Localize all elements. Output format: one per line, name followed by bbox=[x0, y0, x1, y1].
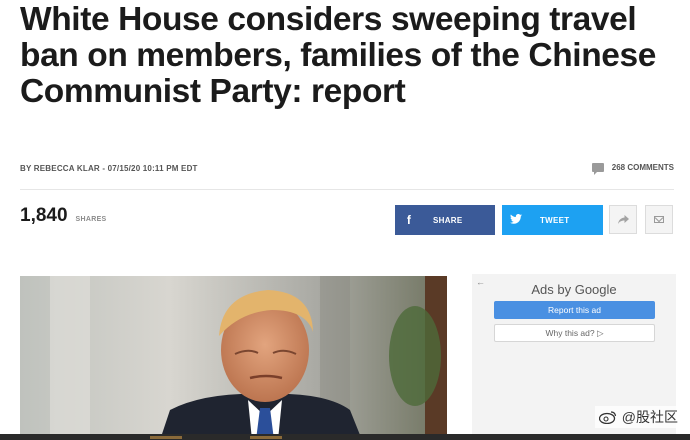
bottom-bar bbox=[0, 434, 690, 440]
weibo-logo-icon bbox=[598, 411, 616, 424]
bar-mark bbox=[250, 436, 282, 439]
shares-count: 1,840 bbox=[20, 205, 68, 226]
article-byline: BY REBECCA KLAR - 07/15/20 10:11 PM EDT bbox=[20, 164, 198, 173]
article-headline: White House considers sweeping travel ba… bbox=[20, 1, 656, 110]
article-photo bbox=[20, 276, 447, 440]
bar-mark bbox=[150, 436, 182, 439]
share-counter: 1,840 SHARES bbox=[20, 205, 107, 227]
trump-photo-illustration bbox=[20, 276, 447, 440]
shares-label: SHARES bbox=[75, 216, 107, 223]
forward-icon bbox=[617, 215, 629, 224]
watermark-text: @股社区 bbox=[621, 409, 678, 425]
report-ad-button[interactable]: Report this ad bbox=[494, 301, 655, 319]
twitter-icon bbox=[502, 213, 530, 227]
email-share-button[interactable] bbox=[645, 205, 673, 234]
twitter-tweet-button[interactable]: TWEET bbox=[502, 205, 603, 235]
comment-icon bbox=[591, 163, 604, 175]
forward-share-button[interactable] bbox=[609, 205, 637, 234]
mail-icon bbox=[654, 216, 664, 223]
watermark: @股社区 bbox=[594, 406, 682, 428]
facebook-share-label: SHARE bbox=[433, 215, 463, 225]
facebook-share-button[interactable]: f SHARE bbox=[395, 205, 495, 235]
comments-link[interactable]: 268 COMMENTS bbox=[591, 163, 674, 175]
facebook-icon: f bbox=[406, 213, 412, 227]
comments-count: 268 COMMENTS bbox=[611, 163, 674, 172]
why-this-ad-button[interactable]: Why this ad? ▷ bbox=[494, 324, 655, 342]
ads-by-google-label: Ads by Google bbox=[531, 282, 617, 297]
twitter-tweet-label: TWEET bbox=[540, 215, 570, 225]
divider bbox=[20, 189, 674, 190]
